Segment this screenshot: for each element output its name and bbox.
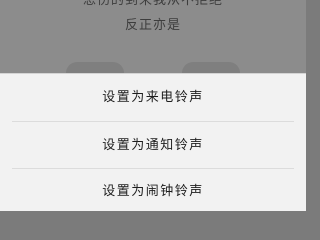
set-as-notification-sound-option[interactable]: 设置为通知铃声 — [0, 124, 306, 168]
lyrics-panel: 悲伤的到来我从不拒绝 反正亦是 — [0, 0, 306, 35]
set-as-ringtone-option[interactable]: 设置为来电铃声 — [0, 76, 306, 120]
set-as-alarm-sound-option[interactable]: 设置为闹钟铃声 — [0, 170, 306, 214]
ringtone-action-sheet: 设置为来电铃声 设置为通知铃声 设置为闹钟铃声 — [0, 73, 306, 211]
lyric-line: 悲伤的到来我从不拒绝 — [82, 0, 223, 8]
lyric-line: 反正亦是 — [124, 18, 181, 33]
divider — [12, 168, 294, 169]
divider — [12, 121, 294, 122]
